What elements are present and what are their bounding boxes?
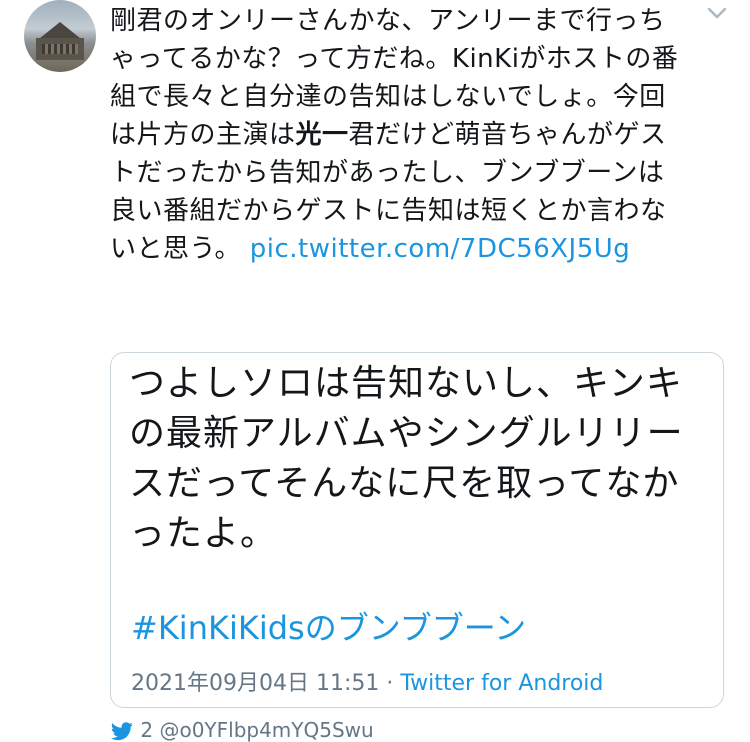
quoted-tweet-meta: 2021年09月04日 11:51 · Twitter for Android — [131, 665, 603, 697]
user-handle[interactable]: @o0YFlbp4mYQ5Swu — [159, 718, 373, 742]
avatar[interactable] — [24, 0, 96, 72]
timestamp[interactable]: 2021年09月04日 11:51 — [131, 671, 379, 696]
tweet-media-link[interactable]: pic.twitter.com/7DC56XJ5Ug — [250, 234, 631, 264]
quoted-tweet-card[interactable]: つよしソロは告知ないし、キンキの最新アルバムやシングルリリースだってそんなに尺を… — [110, 352, 724, 708]
source-app-link[interactable]: Twitter for Android — [400, 671, 603, 696]
chevron-down-icon[interactable] — [706, 6, 728, 20]
tweet-text: 剛君のオンリーさんかな、アンリーまで行っちゃってるかな？って方だね。KinKiが… — [110, 2, 690, 268]
avatar-hall — [36, 38, 84, 60]
reply-count: 2 — [140, 718, 154, 742]
hashtag-link[interactable]: #KinKiKidsのブンブブーン — [131, 603, 526, 649]
tweet-text-bold: 光一 — [295, 120, 349, 150]
footer: 2 @o0YFlbp4mYQ5Swu — [110, 718, 374, 742]
meta-separator: · — [379, 671, 401, 696]
twitter-bird-icon — [111, 721, 133, 740]
quoted-tweet-text: つよしソロは告知ないし、キンキの最新アルバムやシングルリリースだってそんなに尺を… — [129, 363, 684, 554]
